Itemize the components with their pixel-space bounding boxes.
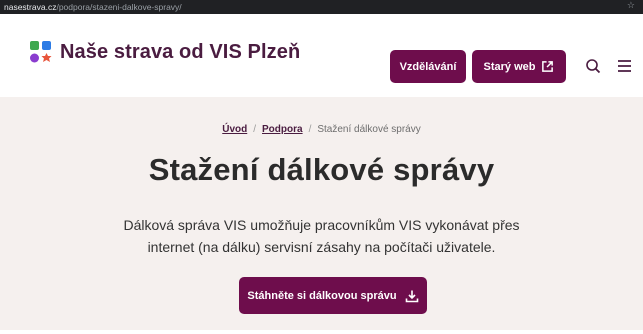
- education-button-label: Vzdělávání: [399, 60, 457, 73]
- old-web-button[interactable]: Starý web: [472, 50, 566, 83]
- page-bottom-edge: [0, 330, 643, 334]
- star-icon[interactable]: ☆: [627, 1, 635, 11]
- search-icon[interactable]: [585, 58, 601, 74]
- url-path: /podpora/stazeni-dalkove-spravy/: [56, 2, 182, 12]
- download-icon: [405, 290, 418, 302]
- breadcrumb: Úvod / Podpora / Stažení dálkové správy: [0, 124, 643, 135]
- external-link-icon: [542, 61, 554, 72]
- page-title: Stažení dálkové správy: [148, 152, 495, 187]
- breadcrumb-home[interactable]: Úvod: [222, 124, 247, 135]
- download-button[interactable]: Stáhněte si dálkovou správu: [239, 277, 427, 314]
- page-description: Dálková správa VIS umožňuje pracovníkům …: [123, 217, 520, 255]
- logo-icon[interactable]: [29, 40, 53, 64]
- breadcrumb-support[interactable]: Podpora: [262, 124, 303, 135]
- download-button-label: Stáhněte si dálkovou správu: [247, 289, 397, 302]
- breadcrumb-separator: /: [308, 124, 312, 135]
- breadcrumb-current: Stažení dálkové správy: [317, 124, 421, 135]
- browser-address-bar[interactable]: nasestrava.cz/podpora/stazeni-dalkove-sp…: [0, 0, 643, 14]
- menu-icon[interactable]: [617, 59, 632, 73]
- url-domain: nasestrava.cz: [4, 2, 57, 12]
- breadcrumb-separator: /: [253, 124, 257, 135]
- education-button[interactable]: Vzdělávání: [390, 50, 466, 83]
- brand-name[interactable]: Naše strava od VIS Plzeň: [60, 41, 300, 64]
- old-web-button-label: Starý web: [483, 60, 536, 73]
